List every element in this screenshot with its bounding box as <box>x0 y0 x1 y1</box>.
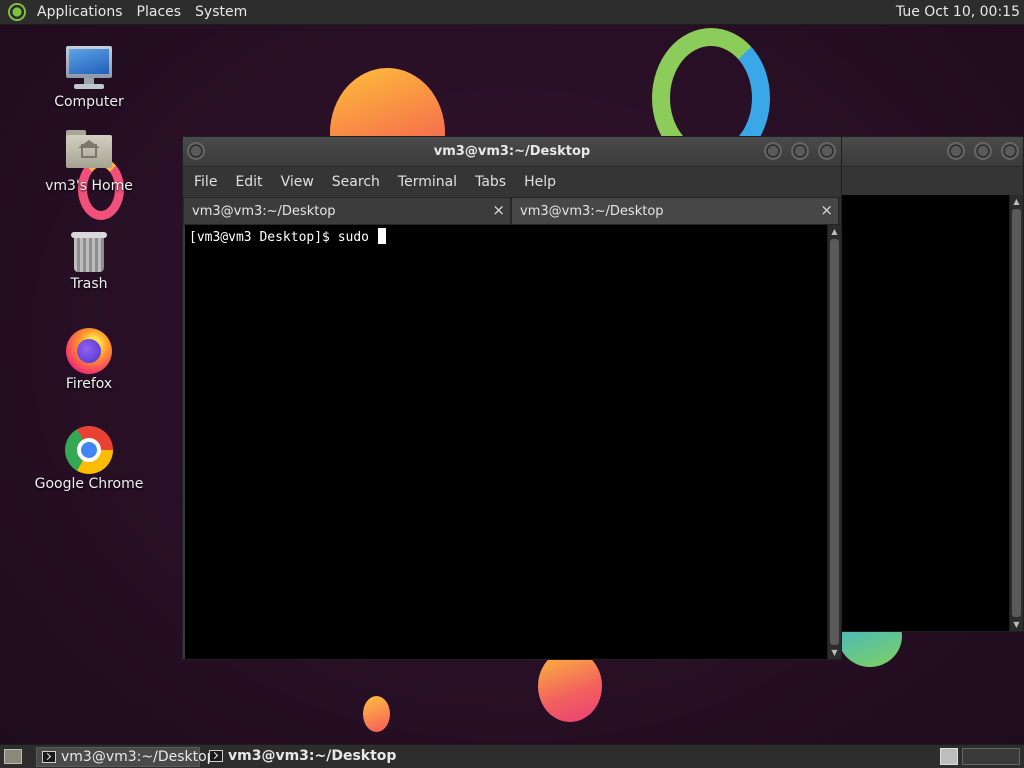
terminal-cursor <box>377 228 386 244</box>
menu-applications[interactable]: Applications <box>34 4 126 20</box>
firefox-icon <box>66 326 112 374</box>
menu-search[interactable]: Search <box>323 174 389 190</box>
tab-label: vm3@vm3:~/Desktop <box>192 204 336 219</box>
desktop-icon-computer[interactable]: Computer <box>34 46 144 110</box>
menu-view[interactable]: View <box>272 174 323 190</box>
app-menu-logo-icon[interactable] <box>8 3 26 21</box>
taskbar-item-label: vm3@vm3:~/Desktop <box>61 749 216 765</box>
terminal-titlebar[interactable]: vm3@vm3:~/Desktop <box>183 137 841 167</box>
computer-icon <box>64 46 114 92</box>
home-folder-icon <box>66 130 112 168</box>
terminal-prompt-text: [vm3@vm3 Desktop]$ sudo <box>189 230 377 245</box>
minimize-button[interactable] <box>764 142 782 160</box>
workspace-switcher-icon[interactable] <box>962 748 1020 765</box>
terminal-tab-bar: vm3@vm3:~/Desktop × vm3@vm3:~/Desktop × <box>183 197 841 225</box>
tab-label: vm3@vm3:~/Desktop <box>520 204 664 219</box>
terminal-icon <box>209 750 223 762</box>
tab-close-icon[interactable]: × <box>820 201 833 219</box>
terminal-output-area[interactable]: [vm3@vm3 Desktop]$ sudo <box>185 225 827 659</box>
menu-terminal[interactable]: Terminal <box>389 174 466 190</box>
menu-tabs[interactable]: Tabs <box>466 174 515 190</box>
desktop-icon-label: Firefox <box>65 376 113 392</box>
scroll-up-icon[interactable]: ▲ <box>828 227 841 236</box>
desktop-icon-trash[interactable]: Trash <box>34 230 144 292</box>
terminal-icon <box>42 751 56 763</box>
terminal-window[interactable]: vm3@vm3:~/Desktop File Edit View Search … <box>182 136 842 660</box>
top-panel: Applications Places System Tue Oct 10, 0… <box>0 0 1024 25</box>
desktop-icon-home[interactable]: vm3's Home <box>34 130 144 194</box>
desktop-icon-label: Trash <box>70 276 108 292</box>
background-scrollbar[interactable]: ▲ ▼ <box>1009 195 1023 631</box>
panel-clock[interactable]: Tue Oct 10, 00:15 <box>896 4 1020 20</box>
desktop-icon-label: vm3's Home <box>45 178 133 194</box>
tab-close-icon[interactable]: × <box>492 201 505 219</box>
menu-places[interactable]: Places <box>134 4 185 20</box>
background-terminal-window[interactable]: ▲ ▼ <box>838 136 1024 632</box>
taskbar-item-label: vm3@vm3:~/Desktop <box>228 748 397 764</box>
desktop-icon-label: Google Chrome <box>34 476 144 492</box>
close-button[interactable] <box>1001 142 1019 160</box>
chrome-icon <box>65 426 113 474</box>
terminal-prompt-line: [vm3@vm3 Desktop]$ sudo <box>189 228 386 245</box>
minimize-button[interactable] <box>947 142 965 160</box>
maximize-button[interactable] <box>974 142 992 160</box>
scroll-down-icon[interactable]: ▼ <box>1010 620 1023 629</box>
terminal-scrollbar[interactable]: ▲ ▼ <box>827 225 841 659</box>
menu-help[interactable]: Help <box>515 174 565 190</box>
wallpaper-tiny-blob <box>363 696 390 732</box>
background-window-titlebar[interactable] <box>839 137 1023 167</box>
trash-icon <box>70 230 108 274</box>
terminal-tab-1[interactable]: vm3@vm3:~/Desktop × <box>183 197 511 225</box>
menu-system[interactable]: System <box>192 4 250 20</box>
taskbar-item-terminal-2[interactable]: vm3@vm3:~/Desktop <box>204 747 396 767</box>
workspace-switcher-icon[interactable] <box>940 748 958 765</box>
show-desktop-icon[interactable] <box>4 749 22 764</box>
scroll-up-icon[interactable]: ▲ <box>1010 197 1023 206</box>
terminal-scroll-thumb[interactable] <box>830 239 839 645</box>
menu-file[interactable]: File <box>185 174 226 190</box>
terminal-menubar: File Edit View Search Terminal Tabs Help <box>183 167 841 197</box>
terminal-tab-2[interactable]: vm3@vm3:~/Desktop × <box>511 197 839 225</box>
desktop-icon-label: Computer <box>54 94 124 110</box>
wallpaper-bottom-blob <box>538 650 602 722</box>
close-button[interactable] <box>818 142 836 160</box>
window-title: vm3@vm3:~/Desktop <box>433 144 591 159</box>
menu-edit[interactable]: Edit <box>226 174 271 190</box>
bottom-panel: vm3@vm3:~/Desktop vm3@vm3:~/Desktop <box>0 744 1024 768</box>
background-scroll-thumb[interactable] <box>1012 209 1021 617</box>
desktop-icon-firefox[interactable]: Firefox <box>34 326 144 392</box>
scroll-down-icon[interactable]: ▼ <box>828 648 841 657</box>
background-window-menubar <box>839 167 1023 195</box>
maximize-button[interactable] <box>791 142 809 160</box>
background-terminal-area[interactable] <box>841 195 1009 631</box>
desktop-icon-chrome[interactable]: Google Chrome <box>34 426 144 492</box>
taskbar-item-terminal-1[interactable]: vm3@vm3:~/Desktop <box>36 747 216 767</box>
